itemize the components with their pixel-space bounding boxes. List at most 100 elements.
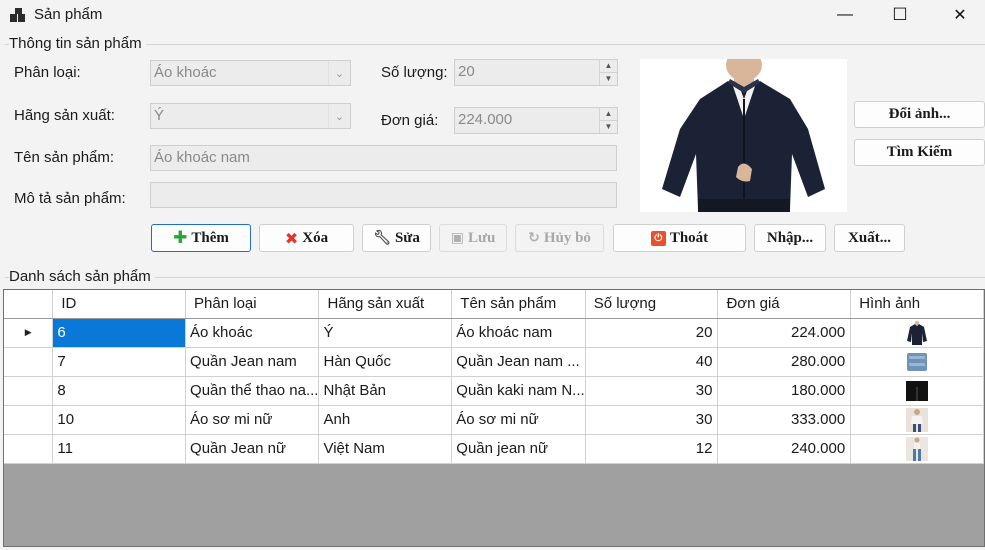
- cell-manufacturer[interactable]: Hàn Quốc: [318, 347, 453, 377]
- cell-quantity[interactable]: 40: [585, 347, 719, 377]
- cell-quantity[interactable]: 30: [585, 405, 719, 435]
- quantity-value: 20: [458, 63, 475, 80]
- table-row[interactable]: 7 Quần Jean nam Hàn Quốc Quần Jean nam .…: [4, 347, 984, 377]
- row-selector-icon[interactable]: ▶: [4, 318, 54, 348]
- jacket-thumbnail: [906, 320, 929, 345]
- import-button[interactable]: Nhập...: [754, 224, 826, 252]
- cell-image[interactable]: [850, 376, 984, 406]
- close-button[interactable]: ✕: [937, 0, 983, 30]
- category-label: Phân loại:: [14, 64, 81, 81]
- description-label: Mô tả sản phẩm:: [14, 190, 126, 207]
- column-header-id[interactable]: ID: [52, 290, 187, 319]
- table-header-row: ID Phân loại Hãng sản xuất Tên sản phẩm …: [4, 290, 984, 319]
- chevron-down-icon[interactable]: ⌄: [328, 61, 350, 85]
- quantity-spin-buttons[interactable]: ▲ ▼: [599, 60, 617, 85]
- cell-image[interactable]: [850, 434, 984, 464]
- table-row[interactable]: ▶ 6 Áo khoác Ý Áo khoác nam 20 224.000: [4, 318, 984, 348]
- minimize-button[interactable]: —: [822, 0, 868, 30]
- save-button[interactable]: ▣ Lưu: [439, 224, 507, 252]
- manufacturer-combobox[interactable]: Ý ⌄: [150, 103, 351, 129]
- table-row[interactable]: 11 Quần Jean nữ Việt Nam Quần jean nữ 12…: [4, 434, 984, 464]
- cell-id[interactable]: 11: [52, 434, 187, 464]
- manufacturer-value: Ý: [154, 107, 165, 124]
- cell-name[interactable]: Quần Jean nam ...: [451, 347, 586, 377]
- cell-price[interactable]: 224.000: [717, 318, 852, 348]
- column-header-name[interactable]: Tên sản phẩm: [451, 290, 586, 319]
- cell-price[interactable]: 240.000: [717, 434, 852, 464]
- spin-down-icon[interactable]: ▼: [600, 73, 617, 86]
- price-stepper[interactable]: 224.000 ▲ ▼: [454, 107, 618, 134]
- women-jeans-thumbnail: [906, 436, 929, 461]
- cell-category[interactable]: Áo khoác: [185, 318, 320, 348]
- cell-image[interactable]: [850, 347, 984, 377]
- row-header[interactable]: [4, 434, 54, 464]
- cell-quantity[interactable]: 12: [585, 434, 719, 464]
- cell-image[interactable]: [850, 405, 984, 435]
- cell-quantity[interactable]: 30: [585, 376, 719, 406]
- column-header-image[interactable]: Hình ảnh: [850, 290, 984, 319]
- cell-id[interactable]: 6: [52, 318, 187, 348]
- cell-name[interactable]: Áo sơ mi nữ: [451, 405, 586, 435]
- cell-id[interactable]: 7: [52, 347, 187, 377]
- cell-category[interactable]: Quần thể thao na...: [185, 376, 320, 406]
- exit-button[interactable]: ⏻ Thoát: [613, 224, 746, 252]
- cell-price[interactable]: 333.000: [717, 405, 852, 435]
- add-button[interactable]: ✚ Thêm: [151, 224, 251, 252]
- cell-quantity[interactable]: 20: [585, 318, 719, 348]
- cell-name[interactable]: Quần kaki nam N...: [451, 376, 586, 406]
- exit-button-label: Thoát: [669, 229, 709, 246]
- product-name-label: Tên sản phẩm:: [14, 149, 115, 166]
- save-button-label: Lưu: [467, 229, 496, 246]
- spin-down-icon[interactable]: ▼: [600, 121, 617, 134]
- edit-button[interactable]: 🔧︎ Sửa: [362, 224, 431, 252]
- cell-manufacturer[interactable]: Ý: [318, 318, 453, 348]
- chevron-down-icon[interactable]: ⌄: [328, 104, 350, 128]
- cell-category[interactable]: Quần Jean nam: [185, 347, 320, 377]
- cancel-button[interactable]: ↻ Hủy bỏ: [515, 224, 604, 252]
- cell-id[interactable]: 8: [52, 376, 187, 406]
- products-table: ID Phân loại Hãng sản xuất Tên sản phẩm …: [4, 290, 984, 464]
- spin-up-icon[interactable]: ▲: [600, 108, 617, 121]
- maximize-button[interactable]: ☐: [877, 0, 923, 30]
- description-field[interactable]: [150, 182, 617, 208]
- cell-name[interactable]: Quần jean nữ: [451, 434, 586, 464]
- shirt-thumbnail: [906, 407, 929, 432]
- quantity-stepper[interactable]: 20 ▲ ▼: [454, 59, 618, 86]
- search-button[interactable]: Tìm Kiếm: [854, 139, 985, 166]
- product-name-field[interactable]: Áo khoác nam: [150, 145, 617, 171]
- row-header[interactable]: [4, 347, 54, 377]
- wrench-icon: 🔧︎: [373, 230, 391, 246]
- price-value: 224.000: [458, 111, 513, 128]
- delete-button[interactable]: ✖ Xóa: [259, 224, 354, 252]
- cell-price[interactable]: 180.000: [717, 376, 852, 406]
- cell-id[interactable]: 10: [52, 405, 187, 435]
- category-value: Áo khoác: [154, 64, 217, 81]
- cell-name[interactable]: Áo khoác nam: [451, 318, 586, 348]
- floppy-disk-icon: ▣: [450, 230, 464, 246]
- column-header-price[interactable]: Đơn giá: [717, 290, 852, 319]
- column-header-category[interactable]: Phân loại: [185, 290, 320, 319]
- cell-manufacturer[interactable]: Nhật Bản: [318, 376, 453, 406]
- export-button[interactable]: Xuất...: [834, 224, 905, 252]
- products-grid[interactable]: ID Phân loại Hãng sản xuất Tên sản phẩm …: [3, 289, 985, 547]
- price-spin-buttons[interactable]: ▲ ▼: [599, 108, 617, 133]
- table-row[interactable]: 10 Áo sơ mi nữ Anh Áo sơ mi nữ 30 333.00…: [4, 405, 984, 435]
- category-combobox[interactable]: Áo khoác ⌄: [150, 60, 351, 86]
- app-icon: [10, 8, 26, 22]
- cell-price[interactable]: 280.000: [717, 347, 852, 377]
- column-header-quantity[interactable]: Số lượng: [585, 290, 719, 319]
- delete-button-label: Xóa: [302, 229, 329, 246]
- table-row[interactable]: 8 Quần thể thao na... Nhật Bản Quần kaki…: [4, 376, 984, 406]
- cell-category[interactable]: Quần Jean nữ: [185, 434, 320, 464]
- cell-manufacturer[interactable]: Việt Nam: [318, 434, 453, 464]
- cell-manufacturer[interactable]: Anh: [318, 405, 453, 435]
- price-label: Đơn giá:: [381, 112, 439, 129]
- row-header[interactable]: [4, 376, 54, 406]
- cell-image[interactable]: [850, 318, 984, 348]
- spin-up-icon[interactable]: ▲: [600, 60, 617, 73]
- row-header[interactable]: [4, 405, 54, 435]
- column-header-manufacturer[interactable]: Hãng sản xuất: [318, 290, 453, 319]
- window-title: Sản phẩm: [34, 6, 103, 23]
- cell-category[interactable]: Áo sơ mi nữ: [185, 405, 320, 435]
- change-image-button[interactable]: Đổi ảnh...: [854, 101, 985, 128]
